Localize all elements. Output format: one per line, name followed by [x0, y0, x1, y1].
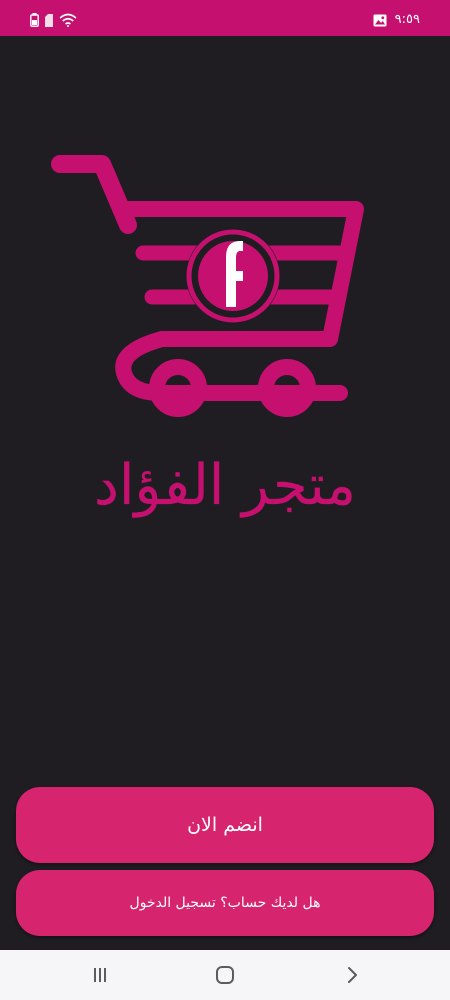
- join-now-button[interactable]: انضم الان: [16, 787, 434, 863]
- status-bar: ٩:٥٩: [0, 0, 450, 36]
- status-icons-left: [30, 13, 77, 27]
- status-icons-right: ٩:٥٩: [373, 12, 420, 28]
- system-nav-bar: [0, 950, 450, 1000]
- splash-hero: متجر الفؤاد: [0, 36, 450, 766]
- store-name: متجر الفؤاد: [93, 453, 357, 518]
- login-button[interactable]: هل لديك حساب؟ تسجيل الدخول: [16, 870, 434, 936]
- sim-icon: [45, 13, 53, 27]
- cart-logo-icon: [51, 155, 364, 417]
- home-icon[interactable]: [213, 963, 237, 987]
- image-notification-icon: [373, 14, 387, 27]
- status-time: ٩:٥٩: [394, 12, 420, 27]
- back-icon[interactable]: [340, 963, 364, 987]
- recent-apps-icon[interactable]: [88, 963, 112, 987]
- wifi-icon: [59, 13, 77, 27]
- battery-icon: [30, 13, 39, 27]
